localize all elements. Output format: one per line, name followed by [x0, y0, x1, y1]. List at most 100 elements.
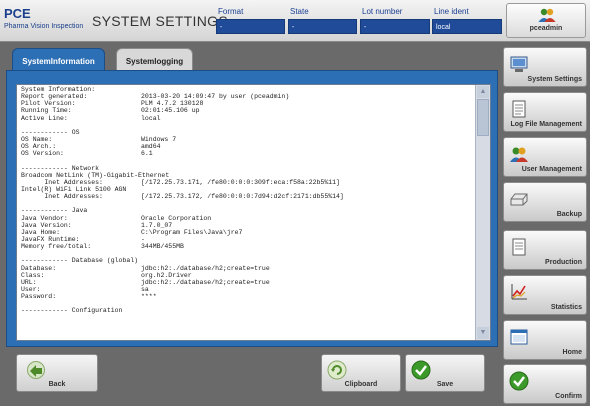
sidebar-label: Log File Management: [510, 121, 582, 128]
info-key: OS Version:: [21, 150, 64, 158]
info-line: Broadcom NetLink (TM)-Gigabit-Ethernet: [21, 172, 473, 179]
tab-system-information[interactable]: SystemInformation: [12, 48, 105, 71]
scroll-thumb[interactable]: [477, 99, 489, 136]
info-line: Java Home: C:\Program Files\Java\jre7: [21, 229, 473, 236]
info-line: [21, 300, 473, 307]
info-value: C:\Program Files\Java\jre7: [141, 228, 243, 236]
format-label: Format: [218, 7, 244, 16]
back-label: Back: [48, 381, 66, 388]
info-value: local: [141, 114, 161, 122]
info-line: ------------ Java: [21, 207, 473, 214]
sidebar-item-home[interactable]: Home: [503, 320, 587, 360]
sidebar-label: Backup: [556, 211, 582, 218]
info-line: OS Arch.: amd64: [21, 143, 473, 150]
user-button[interactable]: pceadmin: [506, 3, 586, 38]
line-ident-value: local: [432, 19, 502, 34]
sidebar-item-statistics[interactable]: Statistics: [503, 275, 587, 315]
system-info-textarea[interactable]: System Information: Report generated: 2013…: [16, 84, 491, 341]
sidebar-item-production[interactable]: Production: [503, 230, 587, 270]
info-value: -: [141, 235, 145, 243]
line-ident-label: Line ident: [434, 7, 469, 16]
info-key: Broadcom NetLink (TM)-Gigabit-Ethernet: [21, 171, 170, 179]
info-key: OS Arch.:: [21, 143, 57, 151]
info-line: Database: jdbc:h2:./database/h2;create=tr…: [21, 265, 473, 272]
info-value: 6.1: [141, 150, 153, 158]
info-key: ------------ Database (global): [21, 257, 139, 265]
sidebar-label: Statistics: [550, 304, 582, 311]
sidebar-item-confirm[interactable]: Confirm: [503, 364, 587, 404]
sidebar-item-system-settings[interactable]: System Settings: [503, 47, 587, 87]
info-line: Report generated: 2013-03-20 14:09:47 by …: [21, 93, 473, 100]
info-line: Running Time: 02:01:45.106 up: [21, 107, 473, 114]
info-key: Intel(R) WiFi Link 5100 AGN: [21, 185, 127, 193]
info-line: ------------ OS: [21, 129, 473, 136]
back-button[interactable]: Back: [16, 354, 98, 392]
check-icon: [509, 371, 529, 391]
info-value: Oracle Corporation: [141, 214, 212, 222]
scroll-up-icon[interactable]: ▲: [477, 86, 489, 98]
info-value: PLM 4.7.2 130128: [141, 100, 204, 108]
info-key: Database:: [21, 264, 57, 272]
users-icon: [509, 144, 529, 164]
info-line: ------------ Database (global): [21, 257, 473, 264]
info-line: System Information:: [21, 86, 473, 93]
chart-icon: [509, 282, 529, 302]
info-key: ------------ Network: [21, 164, 100, 172]
state-label: State: [290, 7, 309, 16]
clipboard-button[interactable]: Clipboard: [321, 354, 401, 392]
info-key: Active Line:: [21, 114, 68, 122]
format-value: -: [216, 19, 285, 34]
info-value: 1.7.0_07: [141, 221, 173, 229]
sidebar-label: User Management: [521, 166, 582, 173]
lot-number-label: Lot number: [362, 7, 403, 16]
info-key: Pilot Version:: [21, 100, 76, 108]
info-line: Inet Addresses: [/172.25.73.172, /fe80:0:…: [21, 193, 473, 200]
info-line: Class: org.h2.Driver: [21, 272, 473, 279]
info-line: Java Vendor: Oracle Corporation: [21, 215, 473, 222]
sidebar-item-user-management[interactable]: User Management: [503, 137, 587, 177]
sidebar-label: Production: [545, 259, 582, 266]
pce-logo: PCE Pharma Vision Inspection: [3, 6, 83, 36]
sidebar-item-backup[interactable]: Backup: [503, 182, 587, 222]
user-name: pceadmin: [529, 25, 563, 32]
info-key: JavaFX Runtime:: [21, 235, 80, 243]
logo-subtitle: Pharma Vision Inspection: [4, 23, 84, 30]
save-button[interactable]: Save: [405, 354, 485, 392]
sidebar-item-log-file-management[interactable]: Log File Management: [503, 92, 587, 132]
info-line: [21, 250, 473, 257]
info-key: ------------ Configuration: [21, 307, 123, 315]
info-key: Inet Addresses:: [21, 193, 103, 201]
info-value: 344MB/455MB: [141, 243, 184, 251]
sidebar-label: Home: [562, 349, 582, 356]
info-key: URL:: [21, 278, 37, 286]
info-value: [/172.25.73.171, /fe80:0:0:0:309f:eca:f5…: [141, 178, 340, 186]
state-value: -: [288, 19, 357, 34]
info-line: OS Name: Windows 7: [21, 136, 473, 143]
info-key: Inet Addresses:: [21, 178, 103, 186]
info-value: sa: [141, 285, 149, 293]
scroll-down-icon[interactable]: ▼: [477, 327, 489, 339]
info-value: amd64: [141, 143, 161, 151]
info-key: ------------ OS: [21, 128, 80, 136]
page-title: SYSTEM SETTINGS: [92, 13, 228, 29]
clipboard-label: Clipboard: [344, 381, 378, 388]
info-value: Windows 7: [141, 135, 177, 143]
header-bar: PCE Pharma Vision Inspection SYSTEM SETT…: [0, 0, 590, 42]
info-key: Running Time:: [21, 107, 72, 115]
vertical-scrollbar[interactable]: ▲ ▼: [475, 85, 490, 340]
info-value: [/172.25.73.172, /fe80:0:0:0:7d94:d2cf:2…: [141, 193, 344, 201]
info-value: jdbc:h2:./database/h2;create=true: [141, 278, 270, 286]
info-key: Class:: [21, 271, 45, 279]
info-line: Pilot Version: PLM 4.7.2 130128: [21, 100, 473, 107]
document-icon: [509, 99, 529, 119]
info-value: ****: [141, 293, 157, 301]
tab-system-logging[interactable]: Systemlogging: [116, 48, 193, 71]
info-key: Memory free/total:: [21, 243, 92, 251]
info-value: jdbc:h2:./database/h2;create=true: [141, 264, 270, 272]
info-key: ------------ Java: [21, 207, 88, 215]
format-field: Format -: [216, 6, 285, 36]
info-line: Java Version: 1.7.0_07: [21, 222, 473, 229]
lot-number-value: -: [360, 19, 430, 34]
info-key: Password:: [21, 293, 57, 301]
computer-icon: [509, 54, 529, 74]
